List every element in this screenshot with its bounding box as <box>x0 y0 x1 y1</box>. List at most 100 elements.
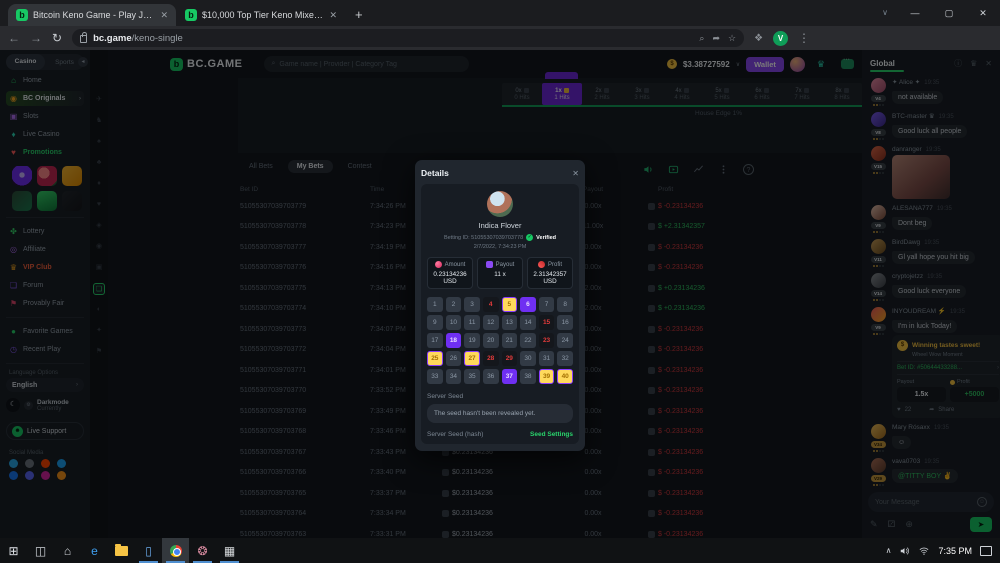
volume-icon[interactable] <box>899 546 910 556</box>
keno-tile: 36 <box>483 369 499 384</box>
stat-value: 0.23134236 USD <box>430 271 470 285</box>
maximize-button[interactable]: ▢ <box>932 0 966 26</box>
stat-box: Profit 2.31342357 USD <box>527 257 573 289</box>
profile-avatar[interactable]: V <box>773 31 788 46</box>
keno-tile: 8 <box>557 297 573 312</box>
address-bar[interactable]: bc.game/keno-single ⌕ ➦ ☆ <box>72 29 744 47</box>
lock-icon <box>80 35 87 43</box>
keno-grid: 1 2 3 4 5 6 7 8 9 10 <box>427 297 573 384</box>
keno-tile: 14 <box>520 315 536 330</box>
page: Casino Sports ◂ ⌂ Home ◉ BC Originals › <box>0 50 1000 538</box>
stat-box: Payout 11 x <box>477 257 523 289</box>
stat-icon <box>435 261 442 268</box>
keno-tile: 27 <box>464 351 480 366</box>
app-icon <box>170 545 182 557</box>
keno-tile: 23 <box>539 333 555 348</box>
bookmark-star-icon[interactable]: ☆ <box>728 33 736 44</box>
network-wifi-icon[interactable] <box>918 546 930 556</box>
browser-toolbar: ← → ↻ bc.game/keno-single ⌕ ➦ ☆ ❖ V ⋮ <box>0 26 1000 50</box>
keno-tile: 32 <box>557 351 573 366</box>
search-icon[interactable]: ⌕ <box>699 33 704 44</box>
stat-icon <box>538 261 545 268</box>
browser-tab[interactable]: b $10,000 Top Tier Keno Mixed Ch ✕ <box>177 4 345 26</box>
keno-tile: 7 <box>539 297 555 312</box>
keno-tile: 20 <box>483 333 499 348</box>
keno-tile: 16 <box>557 315 573 330</box>
tab-favicon-icon: b <box>16 9 28 21</box>
taskbar-app-icon[interactable]: ▯ <box>135 538 162 563</box>
tray-expand-icon[interactable]: ∧ <box>886 546 892 555</box>
forward-icon[interactable]: → <box>30 31 42 45</box>
stat-label: Profit <box>548 262 562 268</box>
seed-settings-link[interactable]: Seed Settings <box>530 431 573 438</box>
tab-favicon-icon: b <box>185 9 197 21</box>
back-icon[interactable]: ← <box>8 31 20 45</box>
modal-title: Details <box>421 168 449 178</box>
keno-tile: 9 <box>427 315 443 330</box>
app-icon: ⊞ <box>8 545 18 557</box>
verified-label[interactable]: Verified <box>536 235 556 241</box>
tab-search-icon[interactable]: ∨ <box>872 0 898 26</box>
player-avatar <box>487 191 513 217</box>
keno-tile: 31 <box>539 351 555 366</box>
share-icon[interactable]: ➦ <box>712 33 720 44</box>
window-controls: ∨ — ▢ ✕ <box>872 0 1000 26</box>
tab-list: b Bitcoin Keno Game - Play Jacks o ✕ b $… <box>8 4 345 26</box>
modal-close-icon[interactable]: ✕ <box>572 169 579 178</box>
taskbar-app-icon[interactable]: ◫ <box>27 538 54 563</box>
tab-close-icon[interactable]: ✕ <box>329 10 337 21</box>
keno-tile: 1 <box>427 297 443 312</box>
taskbar-app-icon[interactable]: ⊞ <box>0 538 27 563</box>
keno-tile: 29 <box>502 351 518 366</box>
tab-close-icon[interactable]: ✕ <box>160 10 168 21</box>
keno-tile: 11 <box>464 315 480 330</box>
keno-tile: 38 <box>520 369 536 384</box>
menu-kebab-icon[interactable]: ⋮ <box>798 31 810 45</box>
taskbar-app-icon[interactable] <box>108 538 135 563</box>
player-name: Indica Flover <box>427 221 573 230</box>
extensions-icon[interactable]: ❖ <box>754 33 763 44</box>
keno-tile: 37 <box>502 369 518 384</box>
taskbar-app-icon[interactable] <box>162 538 189 563</box>
keno-tile: 3 <box>464 297 480 312</box>
keno-tile: 33 <box>427 369 443 384</box>
app-icon: ⌂ <box>64 545 71 557</box>
keno-tile: 26 <box>446 351 462 366</box>
keno-tile: 28 <box>483 351 499 366</box>
keno-tile: 39 <box>539 369 555 384</box>
verified-check-icon: ✓ <box>526 234 533 241</box>
keno-tile: 13 <box>502 315 518 330</box>
new-tab-button[interactable]: + <box>355 7 363 22</box>
windows-taskbar: ⊞ ◫ ⌂ e ▯ <box>0 538 1000 563</box>
action-center-icon[interactable] <box>980 546 992 556</box>
keno-tile: 10 <box>446 315 462 330</box>
bet-stats: Amount 0.23134236 USD Payout 11 x Profit… <box>427 257 573 289</box>
details-modal: Details ✕ Indica Flover Betting ID: 5105… <box>415 160 585 451</box>
app-icon: ◫ <box>35 545 46 557</box>
taskbar-app-icon[interactable]: ▦ <box>216 538 243 563</box>
taskbar-app-icon[interactable]: e <box>81 538 108 563</box>
keno-tile: 30 <box>520 351 536 366</box>
tab-title: Bitcoin Keno Game - Play Jacks o <box>33 10 155 20</box>
url-text: bc.game/keno-single <box>93 33 183 44</box>
minimize-button[interactable]: — <box>898 0 932 26</box>
clock[interactable]: 7:35 PM <box>938 546 972 556</box>
close-button[interactable]: ✕ <box>966 0 1000 26</box>
refresh-icon[interactable]: ↻ <box>52 31 62 45</box>
app-icon: ▯ <box>145 545 152 557</box>
stat-label: Amount <box>445 262 466 268</box>
taskbar-app-icon[interactable]: ❂ <box>189 538 216 563</box>
browser-tab[interactable]: b Bitcoin Keno Game - Play Jacks o ✕ <box>8 4 176 26</box>
keno-tile: 17 <box>427 333 443 348</box>
keno-tile: 18 <box>446 333 462 348</box>
keno-tile: 35 <box>464 369 480 384</box>
server-seed-value: The seed hasn't been revealed yet. <box>427 404 573 423</box>
stat-box: Amount 0.23134236 USD <box>427 257 473 289</box>
keno-tile: 21 <box>502 333 518 348</box>
keno-tile: 12 <box>483 315 499 330</box>
app-icon: ❂ <box>197 545 207 557</box>
keno-tile: 19 <box>464 333 480 348</box>
keno-tile: 5 <box>502 297 518 312</box>
taskbar-app-icon[interactable]: ⌂ <box>54 538 81 563</box>
bet-datetime: 2/7/2022, 7:34:23 PM <box>427 244 573 250</box>
